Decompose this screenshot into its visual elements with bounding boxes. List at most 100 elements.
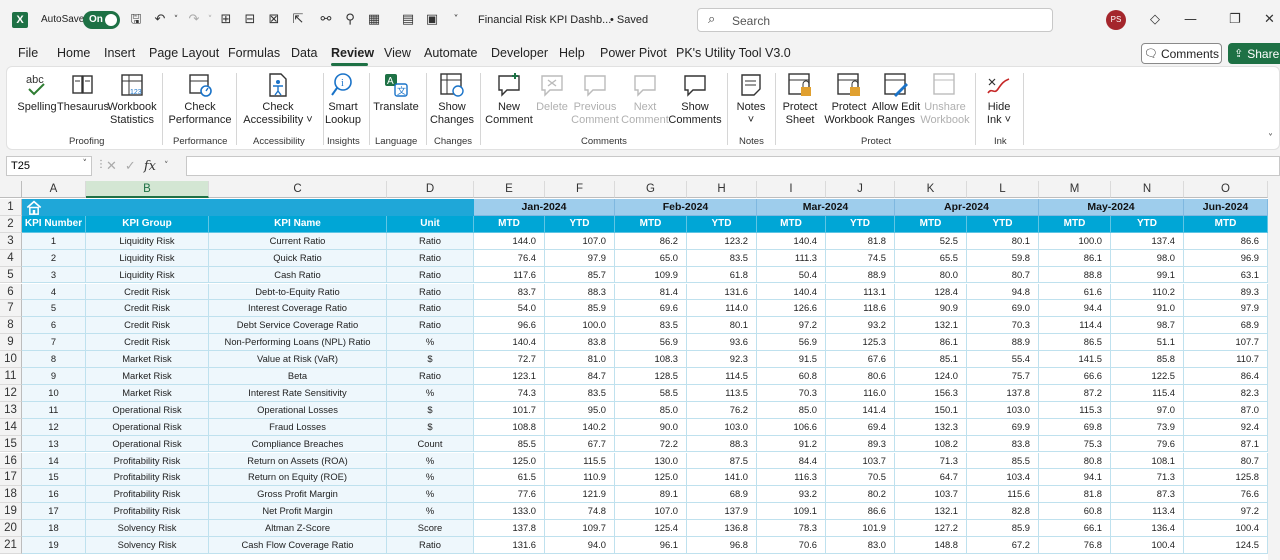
data-cell[interactable]: 69.8 <box>1039 418 1111 436</box>
data-cell[interactable]: 140.2 <box>545 418 615 436</box>
data-cell[interactable]: 83.8 <box>967 435 1039 453</box>
data-cell[interactable]: 148.8 <box>895 537 967 554</box>
data-cell[interactable]: 110.7 <box>1184 351 1268 368</box>
data-cell[interactable]: 87.1 <box>1184 435 1268 453</box>
data-cell[interactable]: Debt Service Coverage Ratio <box>209 317 387 335</box>
data-cell[interactable]: Count <box>387 435 474 453</box>
autosave-toggle[interactable]: On <box>83 11 120 29</box>
data-cell[interactable]: 114.4 <box>1039 317 1111 335</box>
data-cell[interactable]: 91.2 <box>757 435 826 453</box>
data-cell[interactable]: 128.4 <box>895 283 967 301</box>
data-cell[interactable]: 107.0 <box>545 232 615 250</box>
data-cell[interactable]: 125.4 <box>615 520 687 537</box>
tab-insert[interactable]: Insert <box>104 46 135 60</box>
data-cell[interactable]: 80.7 <box>967 266 1039 284</box>
column-header[interactable]: D <box>387 181 474 198</box>
data-cell[interactable]: 68.9 <box>1184 317 1268 335</box>
data-cell[interactable]: Debt-to-Equity Ratio <box>209 283 387 301</box>
tab-view[interactable]: View <box>384 46 411 60</box>
data-cell[interactable]: 58.5 <box>615 384 687 402</box>
data-cell[interactable]: 18 <box>22 520 86 537</box>
data-cell[interactable]: 73.9 <box>1111 418 1184 436</box>
data-cell[interactable]: 131.6 <box>687 283 757 301</box>
data-cell[interactable]: 114.0 <box>687 300 757 318</box>
workbook-statistics-button[interactable]: 123 Workbook Statistics <box>107 71 157 127</box>
avatar[interactable]: PS <box>1106 10 1126 30</box>
data-cell[interactable]: 137.8 <box>967 384 1039 402</box>
data-cell[interactable]: 93.6 <box>687 334 757 352</box>
data-cell[interactable]: 55.4 <box>967 351 1039 368</box>
data-cell[interactable]: Quick Ratio <box>209 249 387 267</box>
worksheet-grid[interactable]: A B C D E F G H I J K L M N O 1 2 3 4 5 6 7 8 9 10 11 12 13 14 15 16 17… <box>0 181 1280 560</box>
vertical-scrollbar[interactable] <box>1268 181 1280 560</box>
translate-button[interactable]: A文 Translate <box>371 71 421 114</box>
data-cell[interactable]: 126.6 <box>757 300 826 318</box>
data-cell[interactable]: 93.2 <box>757 486 826 504</box>
data-cell[interactable]: 95.0 <box>545 401 615 419</box>
data-cell[interactable]: 16 <box>22 486 86 504</box>
data-cell[interactable]: 8 <box>22 351 86 368</box>
data-cell[interactable]: 113.1 <box>826 283 895 301</box>
data-cell[interactable]: % <box>387 452 474 470</box>
protect-sheet-button[interactable]: Protect Sheet <box>779 71 821 127</box>
data-cell[interactable]: 83.7 <box>474 283 545 301</box>
data-cell[interactable]: 50.4 <box>757 266 826 284</box>
data-cell[interactable]: 17 <box>22 503 86 521</box>
row-header[interactable]: 13 <box>0 401 22 419</box>
home-icon[interactable] <box>25 200 43 215</box>
data-cell[interactable]: 85.9 <box>967 520 1039 537</box>
data-cell[interactable]: 89.3 <box>826 435 895 453</box>
spelling-button[interactable]: abc Spelling <box>17 71 57 114</box>
data-cell[interactable]: 51.1 <box>1111 334 1184 352</box>
data-cell[interactable]: 88.8 <box>1039 266 1111 284</box>
data-cell[interactable]: 94.8 <box>967 283 1039 301</box>
data-cell[interactable]: 125.0 <box>474 452 545 470</box>
data-cell[interactable]: 90.0 <box>615 418 687 436</box>
data-cell[interactable]: 91.5 <box>757 351 826 368</box>
data-cell[interactable]: 86.5 <box>1039 334 1111 352</box>
saved-status[interactable]: • Saved <box>610 14 648 26</box>
show-changes-button[interactable]: Show Changes <box>429 71 475 127</box>
comments-button[interactable]: 🗨 Comments <box>1141 43 1222 64</box>
data-cell[interactable]: Gross Profit Margin <box>209 486 387 504</box>
data-cell[interactable]: Ratio <box>387 232 474 250</box>
data-cell[interactable]: 92.3 <box>687 351 757 368</box>
data-cell[interactable]: % <box>387 384 474 402</box>
data-cell[interactable]: 97.9 <box>1184 300 1268 318</box>
data-cell[interactable]: 97.2 <box>1184 503 1268 521</box>
borders-icon[interactable]: ⊞ <box>218 12 234 28</box>
data-cell[interactable]: 70.3 <box>757 384 826 402</box>
data-cell[interactable]: Operational Losses <box>209 401 387 419</box>
data-cell[interactable]: 60.8 <box>757 368 826 385</box>
data-cell[interactable]: 103.7 <box>895 486 967 504</box>
thesaurus-button[interactable]: Thesaurus <box>57 71 109 114</box>
data-cell[interactable]: 89.1 <box>615 486 687 504</box>
link-icon[interactable]: ⚯ <box>318 12 334 28</box>
data-cell[interactable]: 70.3 <box>967 317 1039 335</box>
data-cell[interactable]: Fraud Losses <box>209 418 387 436</box>
column-header[interactable]: C <box>209 181 387 198</box>
data-cell[interactable]: 110.2 <box>1111 283 1184 301</box>
data-cell[interactable]: Cash Flow Coverage Ratio <box>209 537 387 554</box>
data-cell[interactable]: 85.9 <box>545 300 615 318</box>
row-header[interactable]: 12 <box>0 384 22 402</box>
data-cell[interactable]: 56.9 <box>757 334 826 352</box>
data-cell[interactable]: 86.1 <box>895 334 967 352</box>
data-cell[interactable]: Operational Risk <box>86 401 209 419</box>
data-cell[interactable]: 140.4 <box>757 232 826 250</box>
data-cell[interactable]: 69.9 <box>967 418 1039 436</box>
tab-page-layout[interactable]: Page Layout <box>149 46 219 60</box>
data-cell[interactable]: 122.5 <box>1111 368 1184 385</box>
data-cell[interactable]: 101.9 <box>826 520 895 537</box>
formula-input[interactable] <box>186 156 1280 176</box>
data-cell[interactable]: 103.7 <box>826 452 895 470</box>
data-cell[interactable]: 100.4 <box>1111 537 1184 554</box>
data-cell[interactable]: 71.3 <box>895 452 967 470</box>
name-box-dropdown-icon[interactable]: ˅ <box>83 159 88 169</box>
data-cell[interactable]: 6 <box>22 317 86 335</box>
name-box[interactable]: T25 ˅ <box>6 156 92 176</box>
data-cell[interactable]: Solvency Risk <box>86 537 209 554</box>
data-cell[interactable]: 131.6 <box>474 537 545 554</box>
collapse-ribbon-icon[interactable]: ˅ <box>1268 133 1273 144</box>
data-cell[interactable]: 96.1 <box>615 537 687 554</box>
